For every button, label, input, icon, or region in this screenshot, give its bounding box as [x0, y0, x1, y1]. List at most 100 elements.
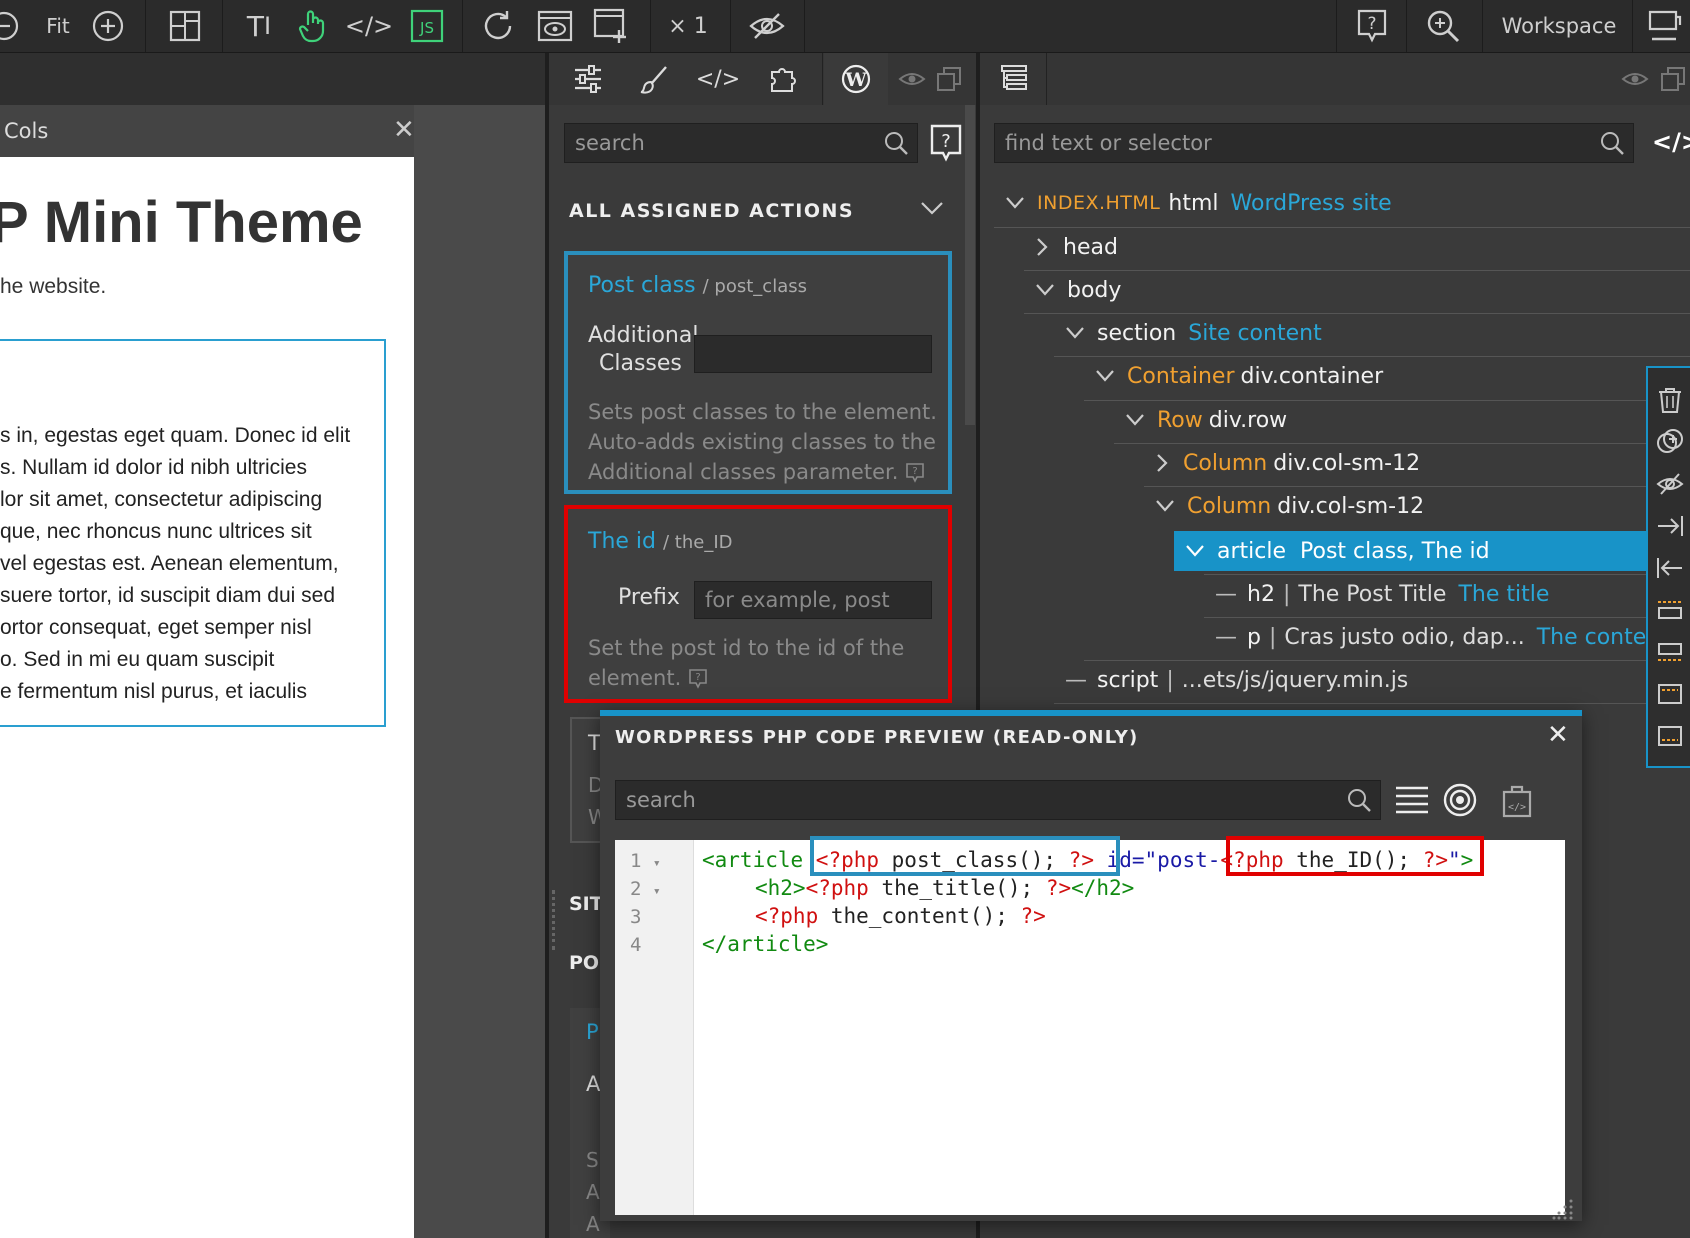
tree-node-article[interactable]: article Post class, The id [1185, 531, 1490, 571]
move-in-icon[interactable] [1656, 514, 1684, 538]
element-tree-icon[interactable] [985, 53, 1045, 105]
additional-classes-label: Additional Classes [588, 323, 699, 376]
tree-node-script[interactable]: — script | ...ets/js/jquery.min.js [1065, 660, 1408, 700]
copy-code-icon[interactable]: </> [1500, 782, 1536, 818]
monitor-icon[interactable] [1640, 0, 1688, 52]
chevron-down-icon[interactable] [1005, 196, 1029, 210]
duplicate-icon[interactable] [1656, 428, 1684, 456]
chevron-down-icon[interactable] [1185, 544, 1209, 558]
move-out-icon[interactable] [1656, 556, 1684, 580]
post-class-description: Sets post classes to the element. Auto-a… [588, 400, 937, 484]
action-title: The id / the_ID [588, 529, 733, 554]
help-small-icon[interactable]: ? [905, 462, 925, 484]
top-toolbar: Fit TI </> JS × 1 ? Workspace [0, 0, 1690, 53]
preview-icon[interactable] [532, 0, 578, 52]
post-class-action-card[interactable]: Post class / post_class Additional Class… [564, 251, 952, 494]
add-page-icon[interactable] [588, 0, 634, 52]
prefix-label: Prefix [618, 585, 680, 610]
chevron-down-icon[interactable] [1095, 369, 1119, 383]
js-icon[interactable]: JS [404, 0, 450, 52]
wordpress-icon[interactable]: W [824, 53, 888, 105]
chevron-down-icon[interactable] [1125, 413, 1149, 427]
svg-text:JS: JS [419, 19, 434, 37]
selected-article-outline[interactable]: s in, egestas eget quam. Donec id elit s.… [0, 339, 386, 727]
tree-node-column-1[interactable]: Column div.col-sm-12 [1155, 443, 1420, 483]
paragraph-line: s. Nullam id dolor id nibh ultricies [0, 456, 307, 479]
layout-grid-icon[interactable] [160, 0, 210, 52]
properties-sliders-icon[interactable] [560, 53, 616, 105]
code-tab-icon[interactable]: </> [690, 53, 746, 105]
tree-node-p[interactable]: — p | Cras justo odio, dap... The conten… [1215, 617, 1669, 657]
chevron-down-icon[interactable] [1065, 326, 1089, 340]
zoom-out-icon[interactable] [0, 0, 28, 52]
code-line-3: <?php the_content(); ?> [755, 904, 1046, 928]
help-small-icon[interactable]: ? [688, 668, 708, 690]
panel-eye-icon[interactable] [895, 53, 929, 105]
tree-node-row[interactable]: Row div.row [1125, 400, 1287, 440]
text-tool-icon[interactable]: TI [236, 0, 282, 52]
code-search-input[interactable]: search [615, 780, 1381, 820]
close-icon[interactable]: ✕ [393, 115, 415, 145]
paragraph-line: vel egestas est. Aenean elementum, [0, 552, 339, 575]
fit-button[interactable]: Fit [36, 0, 80, 52]
zoom-search-icon[interactable] [1418, 0, 1468, 52]
help-icon[interactable]: ? [1350, 0, 1394, 52]
element-actions-strip [1646, 366, 1690, 768]
tree-eye-icon[interactable] [1618, 53, 1652, 105]
close-icon[interactable]: ✕ [1547, 720, 1569, 750]
trash-icon[interactable] [1656, 386, 1684, 414]
post-class-highlight-box [810, 836, 1120, 876]
tree-search-input[interactable]: find text or selector [994, 123, 1634, 163]
tree-node-container[interactable]: Container div.container [1095, 356, 1383, 396]
prepend-icon[interactable] [1656, 682, 1684, 706]
canvas-header-bar [0, 53, 545, 105]
page-subtext: he website. [0, 275, 107, 298]
tree-node-body[interactable]: body [1035, 270, 1121, 310]
line-number: 4 [630, 934, 642, 956]
chevron-down-icon[interactable] [1035, 283, 1059, 297]
page-paragraph: s in, egestas eget quam. Donec id elit s.… [0, 420, 350, 708]
tree-detach-icon[interactable] [1656, 53, 1690, 105]
chevron-down-icon[interactable] [1155, 499, 1179, 513]
code-view-icon[interactable]: </> [1652, 128, 1690, 156]
refresh-icon[interactable] [476, 0, 520, 52]
chevron-down-icon[interactable] [920, 200, 944, 216]
svg-text:</>: </> [1508, 802, 1526, 813]
wrap-lines-icon[interactable] [1394, 784, 1430, 816]
tree-node-section[interactable]: section Site content [1065, 313, 1322, 353]
zoom-multiplier[interactable]: × 1 [660, 0, 716, 52]
zoom-in-icon[interactable] [88, 0, 128, 52]
chevron-right-icon[interactable] [1035, 237, 1059, 257]
chevron-right-icon[interactable] [1155, 453, 1179, 473]
append-icon[interactable] [1656, 724, 1684, 748]
interaction-hand-icon[interactable] [290, 0, 334, 52]
insert-before-icon[interactable] [1656, 598, 1684, 622]
hide-element-icon[interactable] [1656, 472, 1684, 496]
insert-after-icon[interactable] [1656, 640, 1684, 664]
tree-node-column-2[interactable]: Column div.col-sm-12 [1155, 486, 1424, 526]
the-id-action-card[interactable]: The id / the_ID Prefix for example, post… [564, 505, 952, 703]
actions-help-icon[interactable]: ? [928, 123, 964, 163]
paragraph-line: lor sit amet, consectetur adipiscing [0, 488, 323, 511]
svg-text:?: ? [912, 466, 917, 477]
resize-handle[interactable] [552, 890, 559, 950]
tree-node-head[interactable]: head [1035, 227, 1118, 267]
page-heading: P Mini Theme [0, 190, 363, 255]
panel-detach-icon[interactable] [932, 53, 966, 105]
tree-node-h2[interactable]: — h2 | The Post Title The title [1215, 574, 1549, 614]
svg-text:?: ? [695, 672, 700, 683]
tree-node-html[interactable]: INDEX.HTML html WordPress site [1005, 183, 1392, 223]
hide-eye-icon[interactable] [744, 0, 790, 52]
workspace-menu[interactable]: Workspace [1494, 0, 1624, 52]
scrollbar[interactable] [965, 105, 975, 425]
style-brush-icon[interactable] [626, 53, 682, 105]
dialog-title: WORDPRESS PHP CODE PREVIEW (READ-ONLY) [615, 727, 1139, 748]
actions-search-input[interactable]: search [564, 123, 918, 163]
cols-panel-title: Cols [4, 119, 49, 143]
prefix-input[interactable]: for example, post [694, 581, 932, 619]
additional-classes-input[interactable] [694, 335, 932, 373]
code-icon[interactable]: </> [344, 0, 394, 52]
components-puzzle-icon[interactable] [756, 53, 812, 105]
resize-grip-icon[interactable] [1552, 1198, 1574, 1220]
target-icon[interactable] [1442, 782, 1478, 818]
